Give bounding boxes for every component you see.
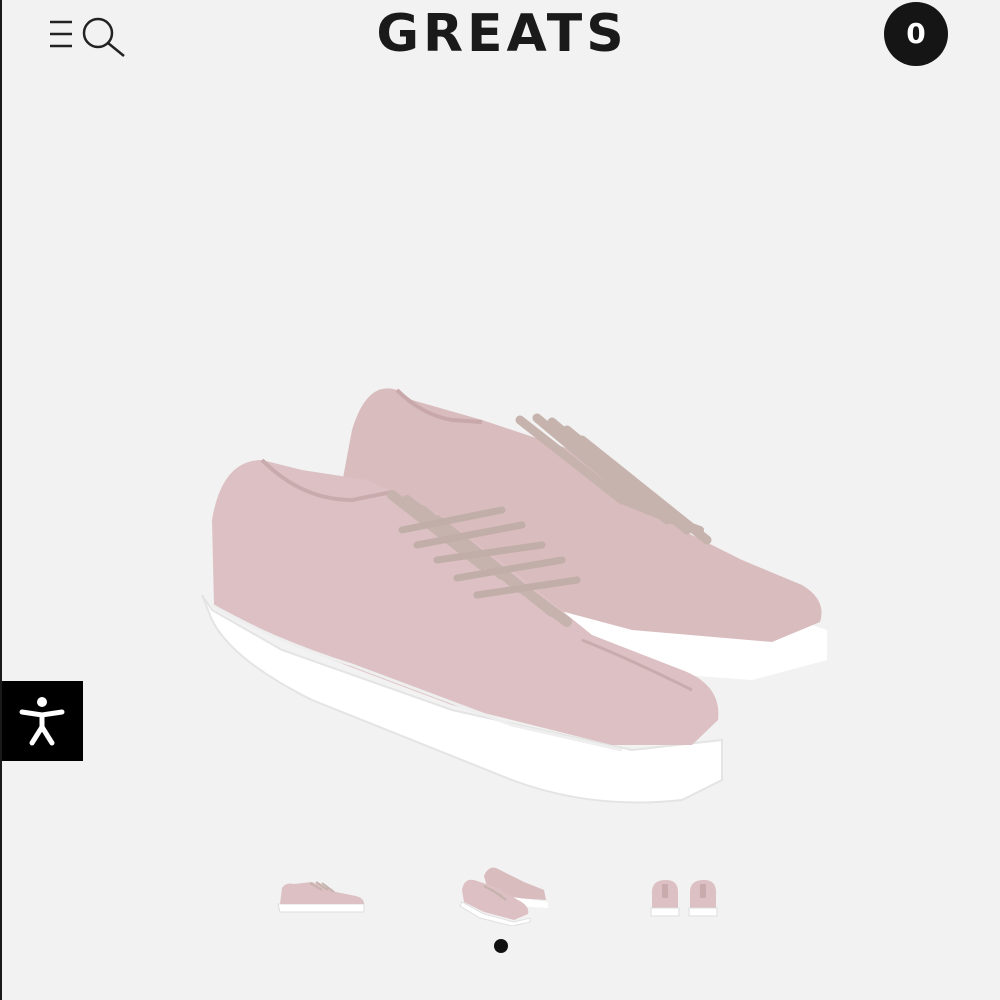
thumbnail-3[interactable] <box>646 872 722 922</box>
site-header: GREATS 0 <box>2 0 1000 72</box>
menu-search-button[interactable] <box>46 12 130 58</box>
sneaker-back-view-thumbnail <box>650 880 718 917</box>
brand-logo[interactable]: GREATS <box>302 4 702 64</box>
thumbnail-1[interactable] <box>272 870 372 920</box>
menu-search-icon <box>50 17 125 57</box>
sneaker-pair-angle-thumbnail <box>459 867 548 927</box>
pink-sneaker-pair-image <box>201 388 827 804</box>
sneaker-side-view-thumbnail <box>277 881 365 913</box>
product-page: GREATS 0 <box>0 0 1000 1000</box>
product-main-image <box>152 360 852 830</box>
thumbnail-2[interactable] <box>454 860 554 927</box>
cart-button[interactable]: 0 <box>884 2 948 66</box>
gallery-pagination-dot[interactable] <box>494 939 508 953</box>
accessibility-person-icon <box>19 697 65 746</box>
accessibility-button[interactable] <box>2 681 83 761</box>
